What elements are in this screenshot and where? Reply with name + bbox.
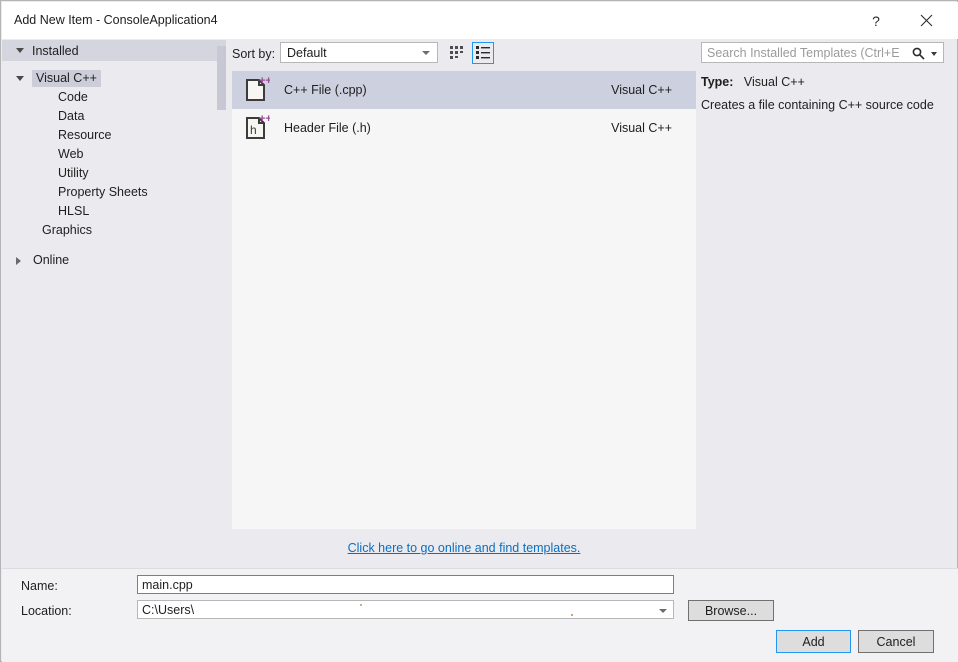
sidebar-item-code[interactable]: Code <box>2 88 226 107</box>
close-icon <box>920 14 933 27</box>
add-button[interactable]: Add <box>776 630 851 653</box>
cancel-button-label: Cancel <box>876 634 916 649</box>
grid-view-button[interactable] <box>446 42 468 64</box>
redaction-mark <box>571 614 573 616</box>
question-mark-icon: ? <box>872 12 880 29</box>
sidebar-item-graphics[interactable]: Graphics <box>2 221 226 240</box>
chevron-down-icon <box>16 76 24 81</box>
detail-type-row: Type: Visual C++ <box>701 75 951 89</box>
detail-type-value: Visual C++ <box>743 75 805 89</box>
location-label: Location: <box>21 604 72 618</box>
browse-button[interactable]: Browse... <box>688 600 774 621</box>
template-origin: Visual C++ <box>611 121 672 135</box>
svg-text:h: h <box>250 123 257 137</box>
sidebar-item-online[interactable]: Online <box>2 251 226 270</box>
sidebar-scrollbar[interactable] <box>217 40 226 568</box>
sidebar-item-web[interactable]: Web <box>2 145 226 164</box>
chevron-down-icon <box>422 51 430 55</box>
sort-by-label: Sort by: <box>232 47 276 61</box>
cancel-button[interactable]: Cancel <box>858 630 934 653</box>
sidebar-item-label: Graphics <box>42 223 93 237</box>
chevron-down-icon[interactable] <box>931 52 937 56</box>
header-file-icon: h ++ <box>242 113 272 142</box>
name-field[interactable] <box>137 575 674 594</box>
sidebar-scrollbar-thumb[interactable] <box>217 46 226 110</box>
sidebar-item-data[interactable]: Data <box>2 107 226 126</box>
template-name: Header File (.h) <box>284 121 371 135</box>
search-icon <box>911 46 925 60</box>
svg-text:++: ++ <box>259 76 270 87</box>
add-new-item-dialog: Add New Item - ConsoleApplication4 ? Ins… <box>0 0 958 662</box>
template-name: C++ File (.cpp) <box>284 83 367 97</box>
location-field[interactable] <box>137 600 674 619</box>
form-area: Name: Location: Browse... Add Cancel <box>2 568 958 662</box>
chevron-down-icon <box>16 48 24 53</box>
sidebar-item-property-sheets[interactable]: Property Sheets <box>2 183 226 202</box>
sidebar-item-resource[interactable]: Resource <box>2 126 226 145</box>
sidebar-item-hlsl[interactable]: HLSL <box>2 202 226 221</box>
templates-toolbar: Sort by: Default <box>232 42 696 66</box>
name-input[interactable] <box>138 576 673 593</box>
sidebar-item-label: Data <box>58 109 85 123</box>
sidebar-item-label: Visual C++ <box>32 70 101 87</box>
sidebar-item-label: Online <box>33 253 70 267</box>
sidebar-item-label: Resource <box>58 128 112 142</box>
detail-type-key: Type: <box>701 75 734 89</box>
template-details-panel: Type: Visual C++ Creates a file containi… <box>701 75 951 113</box>
category-tree: Visual C++ Code Data Resource Web Utilit… <box>2 69 226 270</box>
name-label: Name: <box>21 579 58 593</box>
template-origin: Visual C++ <box>611 83 672 97</box>
sidebar-item-label: Web <box>58 147 84 161</box>
cpp-file-icon: ++ <box>242 75 272 104</box>
sort-by-value: Default <box>287 45 327 60</box>
installed-header[interactable]: Installed <box>2 40 226 61</box>
browse-button-label: Browse... <box>704 603 758 618</box>
help-button[interactable]: ? <box>854 3 898 38</box>
svg-text:++: ++ <box>259 114 270 125</box>
chevron-down-icon[interactable] <box>659 609 667 613</box>
sidebar-item-label: Code <box>58 90 88 104</box>
search-input[interactable] <box>702 43 902 62</box>
dialog-title: Add New Item - ConsoleApplication4 <box>14 13 218 27</box>
list-view-icon <box>475 44 491 63</box>
installed-label: Installed <box>32 43 79 58</box>
close-button[interactable] <box>904 3 948 38</box>
title-bar: Add New Item - ConsoleApplication4 ? <box>2 2 958 39</box>
sidebar-item-label: Property Sheets <box>58 185 148 199</box>
chevron-right-icon <box>16 256 21 265</box>
sidebar-item-visual-cpp[interactable]: Visual C++ <box>2 69 226 88</box>
sort-by-dropdown[interactable]: Default <box>280 42 438 63</box>
template-list-item-header-file[interactable]: h ++ Header File (.h) Visual C++ <box>232 109 696 147</box>
detail-description: Creates a file containing C++ source cod… <box>701 98 934 112</box>
template-list-item-cpp-file[interactable]: ++ C++ File (.cpp) Visual C++ <box>232 71 696 109</box>
search-templates-box[interactable] <box>701 42 944 63</box>
grid-view-icon <box>449 44 465 63</box>
online-templates-link[interactable]: Click here to go online and find templat… <box>348 541 581 555</box>
list-view-button[interactable] <box>472 42 494 64</box>
sidebar-item-utility[interactable]: Utility <box>2 164 226 183</box>
online-templates-link-container: Click here to go online and find templat… <box>232 541 696 555</box>
sidebar-item-label: HLSL <box>58 204 90 218</box>
sidebar-item-label: Utility <box>58 166 89 180</box>
categories-sidebar: Installed Visual C++ Code Data Resource … <box>2 39 226 568</box>
redaction-mark <box>360 604 362 606</box>
template-list: ++ C++ File (.cpp) Visual C++ h ++ Heade… <box>232 71 696 529</box>
add-button-label: Add <box>802 634 825 649</box>
